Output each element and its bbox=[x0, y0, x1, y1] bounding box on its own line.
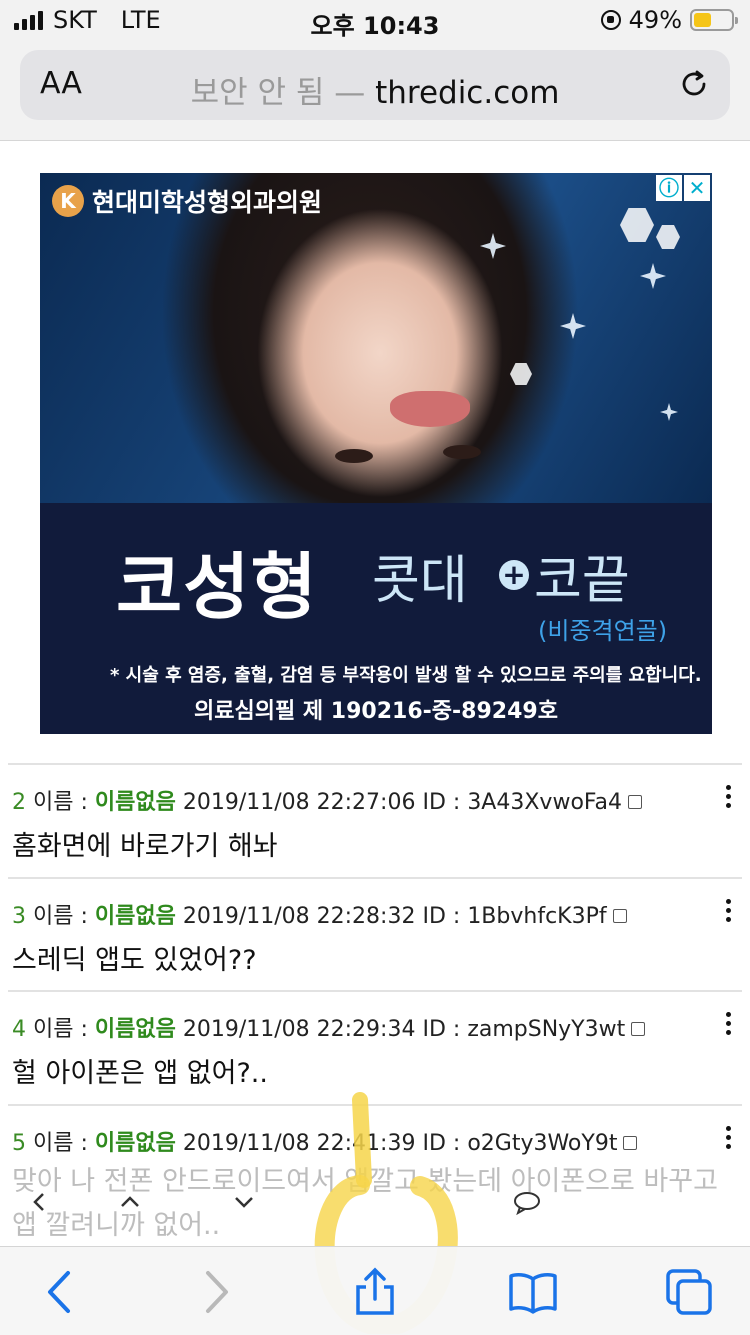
tabs-icon[interactable] bbox=[664, 1267, 714, 1317]
post-divider bbox=[8, 763, 742, 765]
post-id-label: ID : bbox=[422, 904, 461, 929]
post-name-label: 이름 : bbox=[33, 1017, 88, 1042]
back-icon[interactable] bbox=[36, 1267, 86, 1317]
ad-headline: 코성형 bbox=[116, 545, 318, 629]
bookmarks-icon[interactable] bbox=[508, 1267, 558, 1317]
post-meta: 3 이름 : 이름없음 2019/11/08 22:28:32 ID : 1Bb… bbox=[12, 898, 627, 930]
post-name-label: 이름 : bbox=[33, 1131, 88, 1156]
ad-eye-right bbox=[443, 445, 481, 459]
copy-icon[interactable] bbox=[612, 909, 627, 923]
post-divider bbox=[8, 877, 742, 879]
more-options-icon[interactable] bbox=[726, 1126, 732, 1149]
status-right: 49% bbox=[600, 6, 738, 34]
post-author: 이름없음 bbox=[94, 1017, 176, 1042]
battery-percent: 49% bbox=[628, 6, 682, 34]
ad-close-icon[interactable]: ✕ bbox=[684, 175, 710, 201]
ad-banner[interactable]: K 현대미학성형외과의원 ⓘ ✕ 코성형 콧대 + 코끝 (비중격연골) * 시… bbox=[40, 173, 712, 734]
post-body: 헐 아이폰은 앱 없어?.. bbox=[12, 1058, 268, 1089]
post-id-label: ID : bbox=[422, 1131, 461, 1156]
comment-icon bbox=[514, 1192, 540, 1216]
safari-toolbar bbox=[0, 1246, 750, 1335]
comment-button[interactable] bbox=[512, 1190, 540, 1218]
ad-sub-right: 코끝 bbox=[534, 551, 630, 611]
post-author: 이름없음 bbox=[94, 1131, 176, 1156]
status-bar: SKT LTE 오후 10:43 49% bbox=[0, 0, 750, 44]
ad-info-icon[interactable]: ⓘ bbox=[656, 175, 682, 201]
post-number[interactable]: 2 bbox=[12, 790, 26, 815]
post-datetime: 2019/11/08 22:27:06 bbox=[182, 790, 416, 815]
ad-sub-left: 콧대 bbox=[372, 551, 468, 611]
chevron-up-icon bbox=[121, 1196, 139, 1207]
post-meta: 5 이름 : 이름없음 2019/11/08 22:41:39 ID : o2G… bbox=[12, 1125, 638, 1157]
ad-warning: * 시술 후 염증, 출혈, 감염 등 부작용이 발생 할 수 있으므로 주의를… bbox=[110, 665, 702, 686]
post-datetime: 2019/11/08 22:29:34 bbox=[182, 1017, 416, 1042]
post-id: o2Gty3WoY9t bbox=[467, 1131, 618, 1156]
reload-icon[interactable] bbox=[676, 66, 712, 102]
post-divider bbox=[8, 990, 742, 992]
post-datetime: 2019/11/08 22:41:39 bbox=[182, 1131, 416, 1156]
post-id: zampSNyY3wt bbox=[467, 1017, 626, 1042]
ad-brand-name: 현대미학성형외과의원 bbox=[92, 188, 323, 217]
post-datetime: 2019/11/08 22:28:32 bbox=[182, 904, 416, 929]
post-author: 이름없음 bbox=[94, 790, 176, 815]
prev-post-button[interactable] bbox=[30, 1190, 58, 1218]
post-id: 3A43XvwoFa4 bbox=[467, 790, 623, 815]
battery-icon bbox=[690, 9, 738, 31]
ad-choices[interactable]: ⓘ ✕ bbox=[656, 175, 710, 201]
post-id-label: ID : bbox=[422, 790, 461, 815]
copy-icon[interactable] bbox=[631, 1022, 646, 1036]
post-body: 스레딕 앱도 있었어?? bbox=[12, 945, 257, 976]
more-options-icon[interactable] bbox=[726, 1012, 732, 1035]
url-host: thredic.com bbox=[375, 75, 560, 111]
ad-brand: K 현대미학성형외과의원 bbox=[52, 183, 322, 219]
copy-icon[interactable] bbox=[628, 795, 643, 809]
ad-plus-icon: + bbox=[499, 560, 529, 590]
forward-icon[interactable] bbox=[190, 1267, 240, 1317]
more-options-icon[interactable] bbox=[726, 785, 732, 808]
more-options-icon[interactable] bbox=[726, 899, 732, 922]
ad-lips bbox=[390, 391, 470, 427]
post-divider bbox=[8, 1104, 742, 1106]
address-bar-container: AA 보안 안 됨 — thredic.com bbox=[0, 44, 750, 141]
orientation-lock-icon bbox=[600, 10, 621, 30]
post-number[interactable]: 5 bbox=[12, 1131, 26, 1156]
ad-logo: K bbox=[52, 185, 84, 217]
post-meta: 4 이름 : 이름없음 2019/11/08 22:29:34 ID : zam… bbox=[12, 1011, 646, 1043]
chevron-left-icon bbox=[33, 1193, 44, 1211]
ad-eye-left bbox=[335, 449, 373, 463]
url-display[interactable]: 보안 안 됨 — thredic.com bbox=[20, 67, 730, 112]
post-id: 1BbvhfcK3Pf bbox=[467, 904, 607, 929]
post-meta: 2 이름 : 이름없음 2019/11/08 22:27:06 ID : 3A4… bbox=[12, 784, 643, 816]
chevron-down-icon bbox=[235, 1197, 253, 1208]
address-bar[interactable]: AA 보안 안 됨 — thredic.com bbox=[20, 50, 730, 120]
share-icon[interactable] bbox=[350, 1267, 400, 1317]
post-number[interactable]: 4 bbox=[12, 1017, 26, 1042]
post-name-label: 이름 : bbox=[33, 790, 88, 815]
post-id-label: ID : bbox=[422, 1017, 461, 1042]
post-name-label: 이름 : bbox=[33, 904, 88, 929]
copy-icon[interactable] bbox=[623, 1136, 638, 1150]
security-warning: 보안 안 됨 — bbox=[190, 75, 366, 111]
post-body: 홈화면에 바로가기 해놔 bbox=[12, 831, 278, 862]
post-number[interactable]: 3 bbox=[12, 904, 26, 929]
scroll-up-button[interactable] bbox=[118, 1190, 146, 1218]
post-author: 이름없음 bbox=[94, 904, 176, 929]
ad-photo bbox=[40, 173, 712, 503]
ad-permit: 의료심의필 제 190216-중-89249호 bbox=[194, 699, 558, 724]
ad-sub-note: (비중격연골) bbox=[538, 617, 668, 645]
scroll-down-button[interactable] bbox=[232, 1190, 260, 1218]
floating-nav-bar bbox=[0, 1176, 750, 1246]
